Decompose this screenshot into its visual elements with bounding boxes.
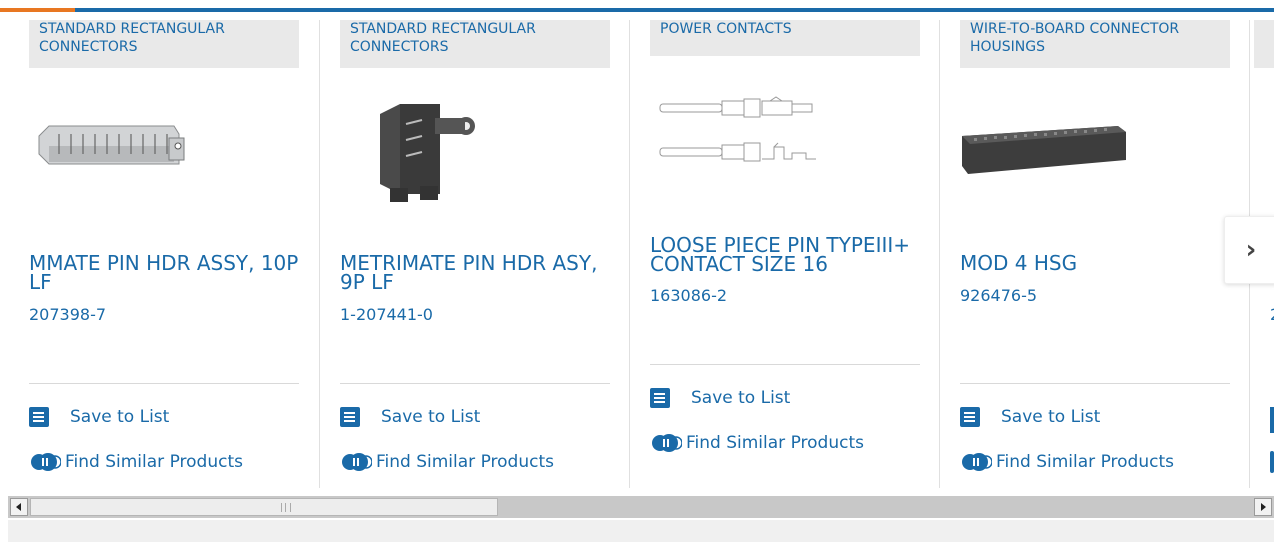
save-to-list-button[interactable]: Save to List: [960, 407, 1100, 427]
save-label: Save to List: [381, 407, 481, 427]
product-card-1: STANDARD RECTANGULAR CONNECTORS MMATE PI…: [0, 12, 310, 488]
save-label: Save to List: [70, 407, 170, 427]
scroll-right-button[interactable]: [1254, 498, 1272, 516]
product-image[interactable]: [29, 74, 299, 234]
save-to-list-button[interactable]: Save to List: [340, 407, 480, 427]
similar-label: Find Similar Products: [65, 452, 243, 472]
checklist-icon: [650, 388, 670, 408]
similar-products-icon: [960, 449, 993, 475]
part-number[interactable]: 207398-7: [29, 305, 106, 324]
horizontal-scrollbar[interactable]: [8, 496, 1274, 518]
product-image[interactable]: [960, 74, 1230, 234]
checklist-icon: [960, 407, 980, 427]
divider: [340, 383, 610, 384]
partial-part-number[interactable]: 2: [1270, 305, 1274, 324]
divider: [29, 383, 299, 384]
similar-label: Find Similar Products: [376, 452, 554, 472]
grip-icon: [281, 503, 291, 512]
find-similar-button[interactable]: Find Similar Products: [29, 449, 243, 475]
category-label: POWER CONTACTS: [650, 20, 920, 56]
product-card-4: WIRE-TO-BOARD CONNECTOR HOUSINGS MOD 4 H…: [931, 12, 1241, 488]
scrollbar-thumb[interactable]: [30, 498, 498, 516]
product-card-3: POWER CONTACTS LOOSE PIECE PIN TYPEIII+ …: [621, 12, 931, 488]
similar-products-icon: [340, 449, 373, 475]
scroll-left-button[interactable]: [10, 498, 28, 516]
part-number[interactable]: 163086-2: [650, 286, 727, 305]
product-title[interactable]: METRIMATE PIN HDR ASY, 9P LF: [340, 253, 610, 292]
checklist-icon: [340, 407, 360, 427]
chevron-right-icon: ›: [1245, 235, 1257, 265]
find-similar-button[interactable]: Find Similar Products: [650, 430, 864, 456]
category-label: STANDARD RECTANGULAR CONNECTORS: [340, 20, 610, 68]
similar-products-icon: [29, 449, 62, 475]
divider: [650, 364, 920, 365]
save-to-list-button[interactable]: Save to List: [29, 407, 169, 427]
similar-label: Find Similar Products: [686, 433, 864, 453]
category-label: WIRE-TO-BOARD CONNECTOR HOUSINGS: [960, 20, 1230, 68]
partial-similar-icon[interactable]: [1270, 451, 1274, 473]
partial-category-label: [1254, 20, 1274, 68]
product-title[interactable]: MOD 4 HSG: [960, 253, 1230, 273]
product-card-2: STANDARD RECTANGULAR CONNECTORS METRIMAT…: [311, 12, 621, 488]
save-to-list-button[interactable]: Save to List: [650, 388, 790, 408]
product-title[interactable]: LOOSE PIECE PIN TYPEIII+ CONTACT SIZE 16: [650, 235, 920, 274]
similar-label: Find Similar Products: [996, 452, 1174, 472]
save-label: Save to List: [691, 388, 791, 408]
find-similar-button[interactable]: Find Similar Products: [340, 449, 554, 475]
checklist-icon: [29, 407, 49, 427]
part-number[interactable]: 926476-5: [960, 286, 1037, 305]
similar-products-icon: [650, 430, 683, 456]
find-similar-button[interactable]: Find Similar Products: [960, 449, 1174, 475]
save-label: Save to List: [1001, 407, 1101, 427]
carousel-next-button[interactable]: ›: [1224, 216, 1274, 284]
divider: [960, 383, 1230, 384]
product-image[interactable]: [340, 74, 610, 234]
product-title[interactable]: MMATE PIN HDR ASSY, 10P LF: [29, 253, 299, 292]
part-number[interactable]: 1-207441-0: [340, 305, 433, 324]
category-label: STANDARD RECTANGULAR CONNECTORS: [29, 20, 299, 68]
partial-save-icon[interactable]: [1270, 407, 1274, 433]
footer-area: [8, 520, 1274, 542]
product-image[interactable]: [650, 54, 920, 214]
